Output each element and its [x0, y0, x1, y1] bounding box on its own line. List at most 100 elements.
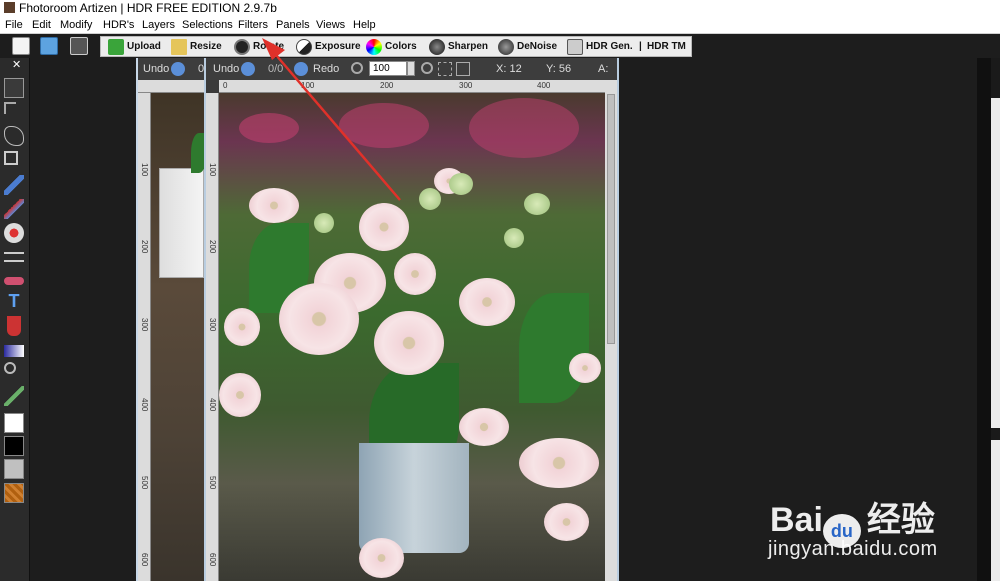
open-folder-icon[interactable] — [40, 37, 58, 55]
tools-sidebar: ✕ T — [0, 58, 30, 581]
rose-flower — [519, 438, 599, 488]
window-title: Fhotoroom Artizen | HDR FREE EDITION 2.9… — [19, 1, 277, 15]
crop-icon[interactable] — [4, 151, 18, 165]
menu-views[interactable]: Views — [316, 17, 345, 34]
main-image-panel: Undo 0/0 Redo X: 12 Y: 56 A: 0 100 200 3… — [204, 58, 619, 581]
rose-flower — [544, 503, 589, 541]
texture-swatch[interactable] — [4, 483, 24, 503]
flower-bud — [314, 213, 334, 233]
eraser-icon[interactable] — [4, 277, 24, 285]
rose-flower — [279, 283, 359, 355]
upload-arrow-icon — [108, 39, 124, 55]
secondary-undo-icon[interactable] — [171, 62, 185, 76]
zoom-input[interactable] — [369, 61, 407, 76]
panel-expand-arrow[interactable] — [991, 428, 1000, 440]
secondary-color-swatch[interactable] — [4, 436, 24, 456]
flower-pot — [359, 443, 469, 553]
menu-help[interactable]: Help — [353, 17, 376, 34]
redo-arrow-icon[interactable] — [294, 62, 308, 76]
upload-button[interactable]: Upload — [108, 39, 161, 55]
exposure-button[interactable]: Exposure — [296, 39, 361, 55]
file-buttons — [0, 34, 100, 58]
lasso-icon[interactable] — [4, 126, 24, 146]
menu-layers[interactable]: Layers — [142, 17, 175, 34]
flower-photo — [219, 93, 605, 581]
flower-bud — [419, 188, 441, 210]
menu-panels[interactable]: Panels — [276, 17, 310, 34]
watermark-url: jingyan.baidu.com — [768, 538, 938, 560]
hdr-tm-button[interactable]: HDR TM — [647, 39, 686, 55]
flower-bud — [504, 228, 524, 248]
main-toolbar: Upload Resize Rotate Exposure Colors Sha… — [0, 34, 1000, 58]
hdr-gen-button[interactable]: HDR Gen. — [567, 39, 633, 55]
rotate-button[interactable]: Rotate — [234, 39, 284, 55]
gradient-icon[interactable] — [4, 345, 24, 357]
paint-bucket-icon[interactable] — [7, 316, 21, 336]
menu-filters[interactable]: Filters — [238, 17, 268, 34]
sharpen-button[interactable]: Sharpen — [429, 39, 488, 55]
select-arrow-icon[interactable] — [4, 78, 24, 98]
rose-flower — [459, 408, 509, 446]
secondary-undo-button[interactable]: Undo — [143, 58, 169, 80]
menu-edit[interactable]: Edit — [32, 17, 51, 34]
rose-flower — [569, 353, 601, 383]
color-brush-icon[interactable] — [4, 199, 24, 219]
actual-size-icon[interactable] — [456, 62, 470, 76]
red-eye-icon[interactable] — [4, 223, 24, 243]
exposure-icon — [296, 39, 312, 55]
color-wheel-icon — [366, 39, 382, 55]
pink-blossom-cluster — [469, 98, 579, 158]
smudge-wave-icon[interactable] — [4, 252, 24, 262]
gray-color-swatch[interactable] — [4, 459, 24, 479]
secondary-panel-toolbar: Undo 0 — [138, 58, 204, 80]
main-v-ruler: 100 200 300 400 500 600 — [206, 93, 219, 581]
cursor-y: Y: 56 — [546, 63, 572, 75]
text-tool-icon[interactable]: T — [4, 291, 24, 311]
toolbar-separator: | — [639, 41, 642, 52]
flower-bud — [524, 193, 550, 215]
undo-arrow-icon[interactable] — [241, 62, 255, 76]
add-select-icon[interactable] — [4, 102, 16, 114]
zoom-magnifier-icon[interactable] — [4, 362, 16, 374]
rose-flower — [374, 311, 444, 375]
scrollbar-thumb[interactable] — [607, 94, 615, 344]
denoise-icon — [498, 39, 514, 55]
vertical-scrollbar[interactable] — [605, 80, 617, 581]
cursor-x: X: 12 — [496, 63, 522, 75]
close-icon[interactable]: ✕ — [12, 58, 21, 71]
save-disk-icon[interactable] — [70, 37, 88, 55]
pink-blossom-cluster — [239, 113, 299, 143]
history-count: 0/0 — [268, 63, 284, 75]
crate-shape — [159, 168, 204, 278]
menu-file[interactable]: File — [5, 17, 23, 34]
resize-button[interactable]: Resize — [171, 39, 222, 55]
zoom-in-icon[interactable] — [421, 62, 433, 74]
rose-flower — [249, 188, 299, 223]
menu-modify[interactable]: Modify — [60, 17, 92, 34]
cursor-a: A: — [598, 63, 609, 75]
rose-flower — [359, 203, 409, 251]
secondary-photo — [151, 93, 204, 581]
panel-collapse-arrows[interactable] — [991, 58, 1000, 98]
app-icon — [4, 2, 15, 13]
undo-button[interactable]: Undo — [213, 58, 239, 80]
menu-selections[interactable]: Selections — [182, 17, 233, 34]
new-file-icon[interactable] — [12, 37, 30, 55]
zoom-out-icon[interactable] — [351, 62, 363, 74]
primary-color-swatch[interactable] — [4, 413, 24, 433]
tools-strip: Upload Resize Rotate Exposure Colors Sha… — [100, 36, 692, 57]
menu-hdrs[interactable]: HDR's — [103, 17, 134, 34]
brush-icon[interactable] — [4, 175, 24, 195]
pink-blossom-cluster — [339, 103, 429, 148]
denoise-button[interactable]: DeNoise — [498, 39, 557, 55]
rose-flower — [219, 373, 261, 417]
menu-bar: File Edit Modify HDR's Layers Selections… — [0, 17, 1000, 34]
zoom-stepper[interactable] — [407, 61, 415, 76]
fit-zoom-icon[interactable] — [438, 62, 452, 76]
redo-button[interactable]: Redo — [313, 58, 339, 80]
leaf — [191, 133, 204, 173]
secondary-v-ruler: 100 200 300 400 500 600 — [138, 93, 151, 581]
flower-bud — [449, 173, 473, 195]
eyedropper-icon[interactable] — [4, 386, 24, 406]
colors-button[interactable]: Colors — [366, 39, 417, 55]
